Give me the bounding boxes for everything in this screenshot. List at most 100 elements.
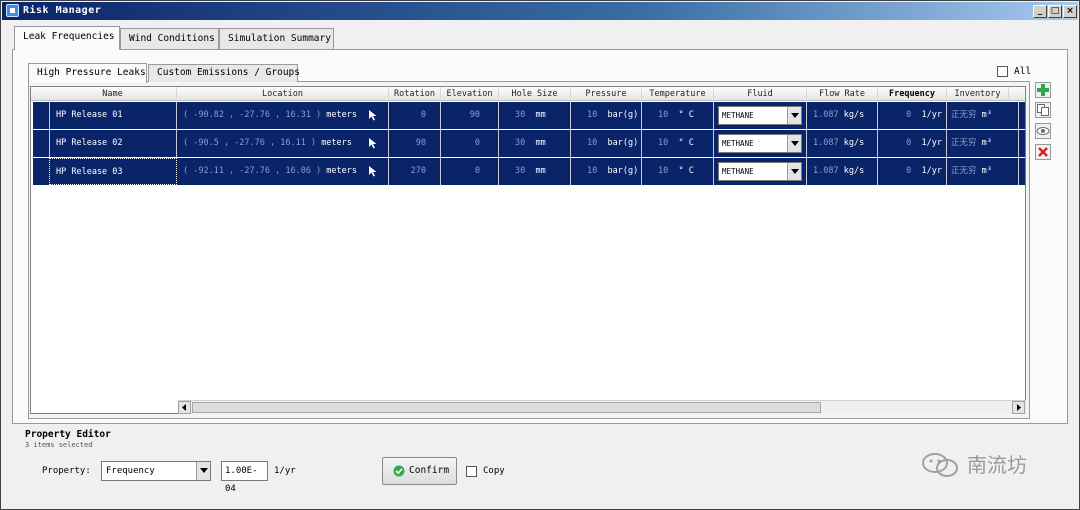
cell-inventory[interactable]: 正无穷 m³ [947, 102, 1019, 129]
tab-wind-conditions[interactable]: Wind Conditions [120, 28, 219, 50]
tab-custom-emissions-groups[interactable]: Custom Emissions / Groups [148, 64, 300, 82]
cell-frequency[interactable]: 0 1/yr [878, 130, 947, 157]
window-title: Risk Manager [23, 5, 102, 16]
location-value: ( -92.11 , -27.76 , 16.06 ) [183, 166, 322, 176]
column-header-temperature[interactable]: Temperature [642, 87, 714, 101]
cell-name[interactable]: HP Release 02 [49, 130, 177, 157]
temperature-value: 10 [658, 166, 669, 176]
fluid-dropdown[interactable]: METHANE [718, 106, 802, 125]
cell-pressure[interactable]: 10 bar(g) [571, 158, 642, 185]
cell-name[interactable]: HP Release 03 [49, 158, 177, 185]
confirm-button[interactable]: Confirm [382, 457, 457, 485]
scrollbar-thumb[interactable] [192, 402, 821, 413]
table-row[interactable]: HP Release 02 ( -90.5 , -27.76 , 16.11 )… [33, 130, 1025, 157]
elevation-value: 0 [474, 138, 480, 148]
cell-pressure[interactable]: 10 bar(g) [571, 130, 642, 157]
chevron-down-icon[interactable] [787, 163, 801, 180]
cell-hole-size[interactable]: 30 mm [499, 130, 571, 157]
cell-temperature[interactable]: 10 ° C [642, 130, 714, 157]
minimize-button[interactable]: _ [1033, 5, 1047, 18]
pick-location-icon[interactable] [369, 110, 377, 121]
cell-rotation[interactable]: 270 [389, 158, 441, 185]
fluid-value: METHANE [722, 139, 754, 148]
cell-name[interactable]: HP Release 01 [49, 102, 177, 129]
chevron-down-icon[interactable] [787, 107, 801, 124]
chevron-down-icon[interactable] [787, 135, 801, 152]
column-header-pressure[interactable]: Pressure [571, 87, 642, 101]
all-checkbox[interactable] [997, 66, 1008, 77]
location-unit: meters [326, 110, 358, 120]
location-value: ( -90.5 , -27.76 , 16.11 ) [183, 138, 317, 148]
column-header-rotation[interactable]: Rotation [389, 87, 441, 101]
table-row[interactable]: HP Release 01 ( -90.82 , -27.76 , 16.31 … [33, 102, 1025, 129]
cell-temperature[interactable]: 10 ° C [642, 102, 714, 129]
app-icon [6, 4, 19, 17]
inventory-value: 正无穷 [951, 166, 977, 176]
property-dropdown-value: Frequency [106, 466, 155, 476]
grid-header: Name Location Rotation Elevation Hole Si… [31, 87, 1025, 101]
copy-release-button[interactable] [1035, 102, 1051, 118]
flow-rate-value: 1.087 [813, 110, 839, 120]
cell-flow-rate[interactable]: 1.087 kg/s [807, 130, 878, 157]
column-header-name[interactable]: Name [49, 87, 177, 101]
cell-elevation[interactable]: 90 [441, 102, 499, 129]
tab-leak-frequencies[interactable]: Leak Frequencies [14, 26, 120, 50]
title-bar[interactable]: Risk Manager _ □ × [2, 2, 1078, 20]
add-release-button[interactable] [1035, 82, 1051, 98]
inventory-unit: m³ [981, 138, 992, 148]
tab-high-pressure-leaks[interactable]: High Pressure Leaks [28, 63, 147, 83]
rotation-value: 270 [410, 166, 426, 176]
cell-fluid[interactable]: METHANE [714, 158, 807, 185]
maximize-button[interactable]: □ [1048, 5, 1062, 18]
temperature-value: 10 [658, 138, 669, 148]
flow-rate-value: 1.087 [813, 166, 839, 176]
confirm-button-label: Confirm [409, 465, 450, 476]
cell-location[interactable]: ( -90.5 , -27.76 , 16.11 ) meters [177, 130, 389, 157]
column-header-location[interactable]: Location [177, 87, 389, 101]
cell-location[interactable]: ( -92.11 , -27.76 , 16.06 ) meters [177, 158, 389, 185]
cell-rotation[interactable]: 0 [389, 102, 441, 129]
delete-release-button[interactable] [1035, 144, 1051, 160]
cell-frequency[interactable]: 0 1/yr [878, 158, 947, 185]
column-header-inventory[interactable]: Inventory [947, 87, 1009, 101]
cell-hole-size[interactable]: 30 mm [499, 158, 571, 185]
column-header-hole-size[interactable]: Hole Size [499, 87, 571, 101]
cell-location[interactable]: ( -90.82 , -27.76 , 16.31 ) meters [177, 102, 389, 129]
table-row[interactable]: HP Release 03 ( -92.11 , -27.76 , 16.06 … [33, 158, 1025, 185]
cell-pressure[interactable]: 10 bar(g) [571, 102, 642, 129]
cell-inventory[interactable]: 正无穷 m³ [947, 158, 1019, 185]
scroll-left-arrow-icon[interactable] [178, 401, 191, 414]
pick-location-icon[interactable] [369, 166, 377, 177]
cell-frequency[interactable]: 0 1/yr [878, 102, 947, 129]
cell-flow-rate[interactable]: 1.087 kg/s [807, 102, 878, 129]
cell-elevation[interactable]: 0 [441, 130, 499, 157]
cell-inventory[interactable]: 正无穷 m³ [947, 130, 1019, 157]
scroll-right-arrow-icon[interactable] [1012, 401, 1025, 414]
pressure-value: 10 [587, 138, 598, 148]
tab-simulation-summary[interactable]: Simulation Summary [219, 28, 334, 50]
chevron-down-icon[interactable] [196, 462, 210, 480]
column-header-fluid[interactable]: Fluid [714, 87, 807, 101]
pick-location-icon[interactable] [369, 138, 377, 149]
cell-rotation[interactable]: 90 [389, 130, 441, 157]
view-release-button[interactable] [1035, 123, 1051, 139]
cell-flow-rate[interactable]: 1.087 kg/s [807, 158, 878, 185]
fluid-dropdown[interactable]: METHANE [718, 134, 802, 153]
copy-checkbox[interactable] [466, 466, 477, 477]
location-unit: meters [326, 166, 358, 176]
cell-fluid[interactable]: METHANE [714, 102, 807, 129]
cell-fluid[interactable]: METHANE [714, 130, 807, 157]
property-value-input[interactable]: 1.00E-04 [221, 461, 268, 494]
wechat-icon [922, 453, 958, 477]
column-header-elevation[interactable]: Elevation [441, 87, 499, 101]
cell-hole-size[interactable]: 30 mm [499, 102, 571, 129]
column-header-frequency[interactable]: Frequency [878, 87, 947, 101]
property-dropdown[interactable]: Frequency [101, 461, 211, 481]
fluid-dropdown[interactable]: METHANE [718, 162, 802, 181]
cell-temperature[interactable]: 10 ° C [642, 158, 714, 185]
cell-elevation[interactable]: 0 [441, 158, 499, 185]
close-button[interactable]: × [1063, 5, 1077, 18]
column-header-flow-rate[interactable]: Flow Rate [807, 87, 878, 101]
horizontal-scrollbar[interactable] [178, 400, 1026, 414]
flow-rate-unit: kg/s [843, 110, 865, 120]
